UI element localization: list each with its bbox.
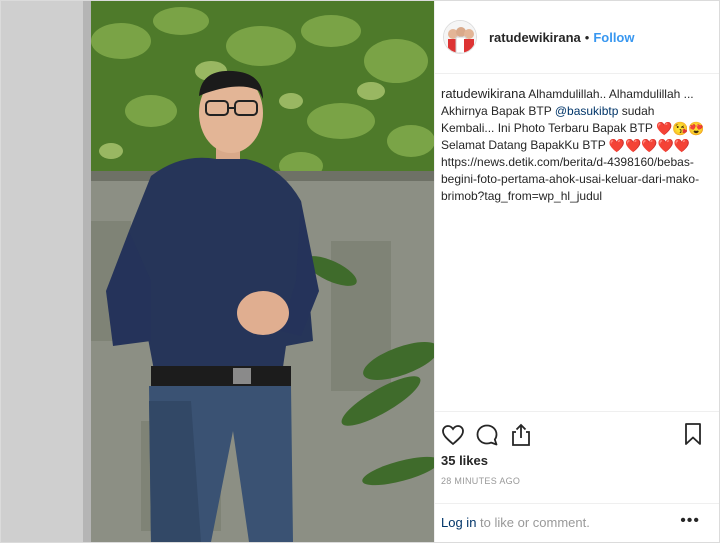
likes-count[interactable]: 35 likes: [441, 453, 488, 468]
caption-text-3: Selamat Datang BapakKu BTP: [441, 138, 609, 152]
login-prompt-text: to like or comment.: [476, 515, 590, 530]
comment-icon[interactable]: [475, 420, 509, 450]
login-prompt: Log in to like or comment.: [441, 515, 590, 530]
post-caption: ratudewikirana Alhamdulillah.. Alhamduli…: [441, 85, 711, 205]
more-options-icon[interactable]: •••: [680, 512, 700, 530]
heart-outline-icon[interactable]: [441, 420, 475, 450]
bookmark-icon[interactable]: [684, 422, 702, 451]
share-icon[interactable]: [509, 420, 543, 450]
header-separator: •: [584, 29, 590, 45]
post-timestamp: 28 MINUTES AGO: [441, 476, 521, 486]
action-icons: [441, 420, 543, 450]
post-side-panel: ratudewikirana • Follow ratudewikirana A…: [434, 1, 719, 542]
caption-username[interactable]: ratudewikirana: [441, 86, 526, 101]
follow-button[interactable]: Follow: [593, 30, 634, 45]
post-photo-image: [1, 1, 434, 542]
avatar-photo-icon[interactable]: [443, 20, 477, 54]
header-username[interactable]: ratudewikirana: [489, 30, 581, 45]
post-photo[interactable]: [1, 1, 434, 542]
caption-mention[interactable]: @basukibtp: [555, 104, 619, 118]
caption-emoji-a: ❤️😘😍: [656, 121, 705, 136]
post-actions: 35 likes 28 MINUTES AGO Log in to like o…: [435, 411, 719, 542]
comment-row: Log in to like or comment. •••: [435, 503, 719, 542]
login-link[interactable]: Log in: [441, 515, 476, 530]
caption-emoji-b: ❤️❤️❤️❤️❤️: [608, 138, 690, 153]
caption-link[interactable]: https://news.detik.com/berita/d-4398160/…: [441, 155, 699, 203]
instagram-post: ratudewikirana • Follow ratudewikirana A…: [0, 0, 720, 543]
post-header: ratudewikirana • Follow: [435, 1, 719, 74]
